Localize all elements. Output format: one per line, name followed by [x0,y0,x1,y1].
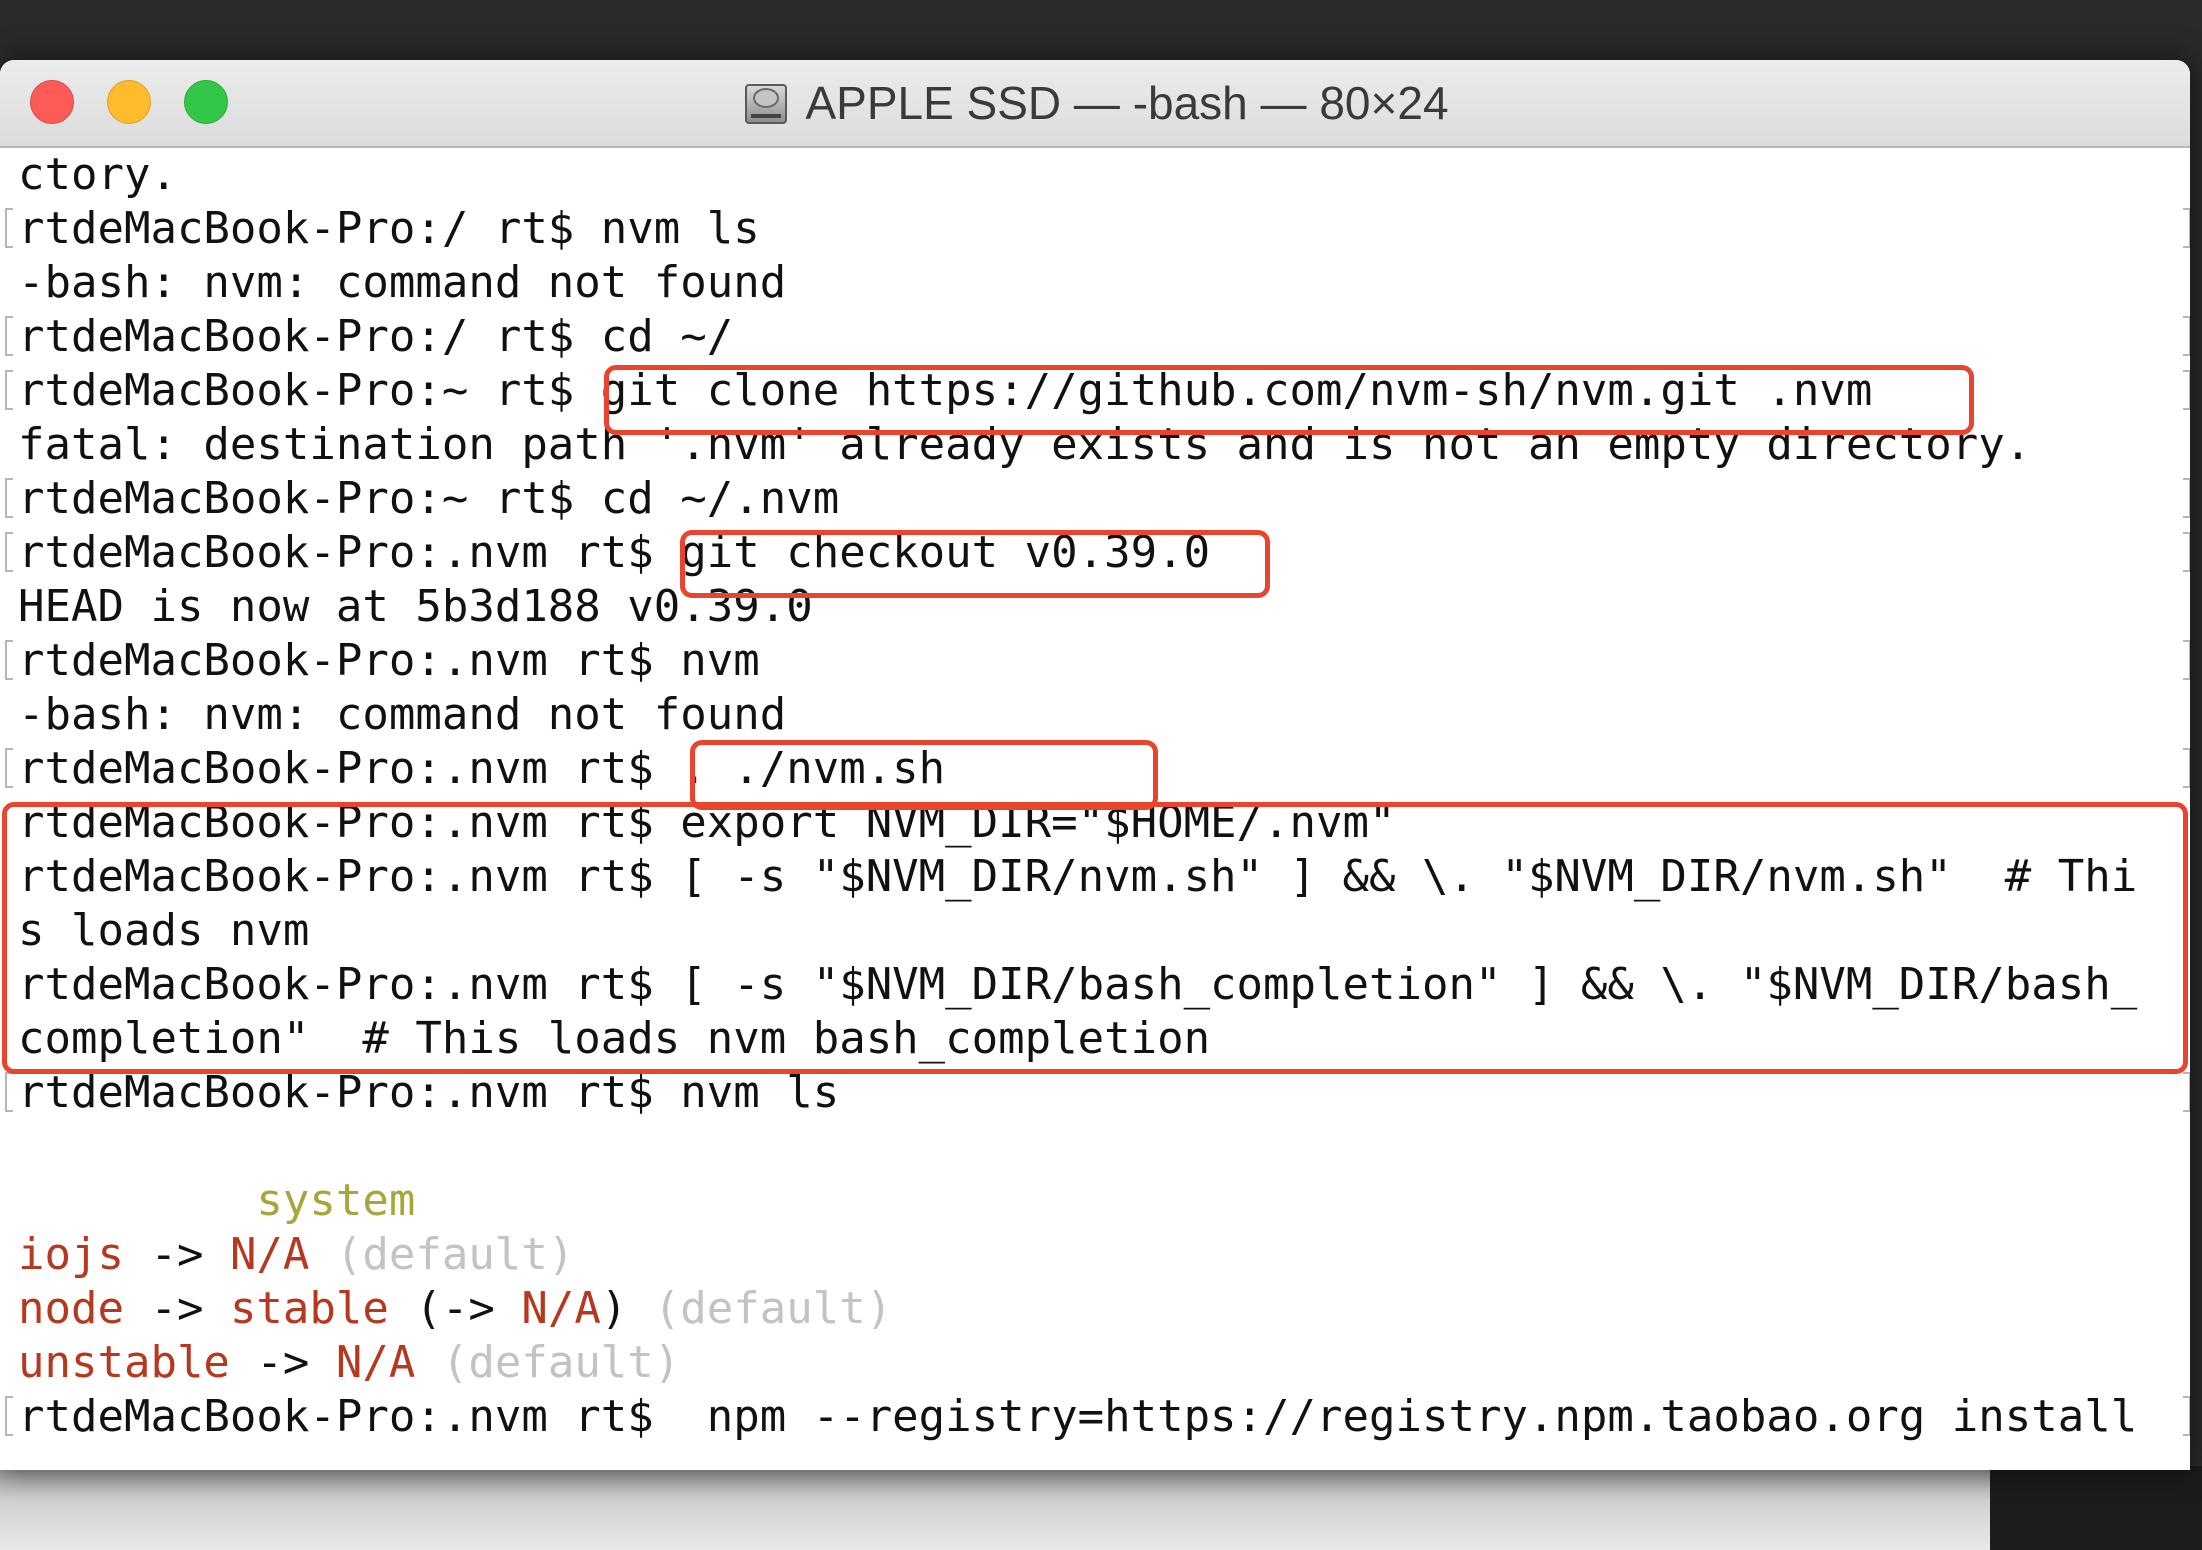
terminal-window: APPLE SSD — -bash — 80×24 ctory. rtdeMac… [0,60,2190,1470]
desktop: APPLE SSD — -bash — 80×24 ctory. rtdeMac… [0,0,2202,1550]
terminal-line: rtdeMacBook-Pro:.nvm rt$ nvm [5,634,2190,688]
window-title: APPLE SSD — -bash — 80×24 [805,77,1449,129]
terminal-line: rtdeMacBook-Pro:/ rt$ nvm ls [5,202,2190,256]
highlight-git-clone [604,365,1974,435]
terminal-line: rtdeMacBook-Pro:/ rt$ cd ~/ [5,310,2190,364]
drive-icon [741,78,791,128]
terminal-line: rtdeMacBook-Pro:~ rt$ cd ~/.nvm [5,472,2190,526]
highlight-git-checkout [680,530,1270,598]
highlight-nvm-sh [690,740,1158,810]
terminal-line: ctory. [18,149,177,200]
terminal-line: unstable -> N/A (default) [18,1337,681,1388]
highlight-nvm-setup [2,802,2188,1074]
terminal-line: iojs -> N/A (default) [18,1229,575,1280]
terminal-line: rtdeMacBook-Pro:.nvm rt$ npm --registry=… [5,1390,2190,1444]
desktop-corner [1990,1466,2202,1550]
title-bar[interactable]: APPLE SSD — -bash — 80×24 [0,60,2190,148]
desktop-shadow [0,1466,1990,1550]
terminal-line: system [256,1175,416,1226]
terminal-line: -bash: nvm: command not found [18,689,787,740]
window-title-area: APPLE SSD — -bash — 80×24 [0,60,2190,146]
terminal-line: node -> stable (-> N/A) (default) [18,1283,893,1334]
terminal-line: rtdeMacBook-Pro:.nvm rt$ nvm ls [5,1066,2190,1120]
terminal-line: -bash: nvm: command not found [18,257,787,308]
